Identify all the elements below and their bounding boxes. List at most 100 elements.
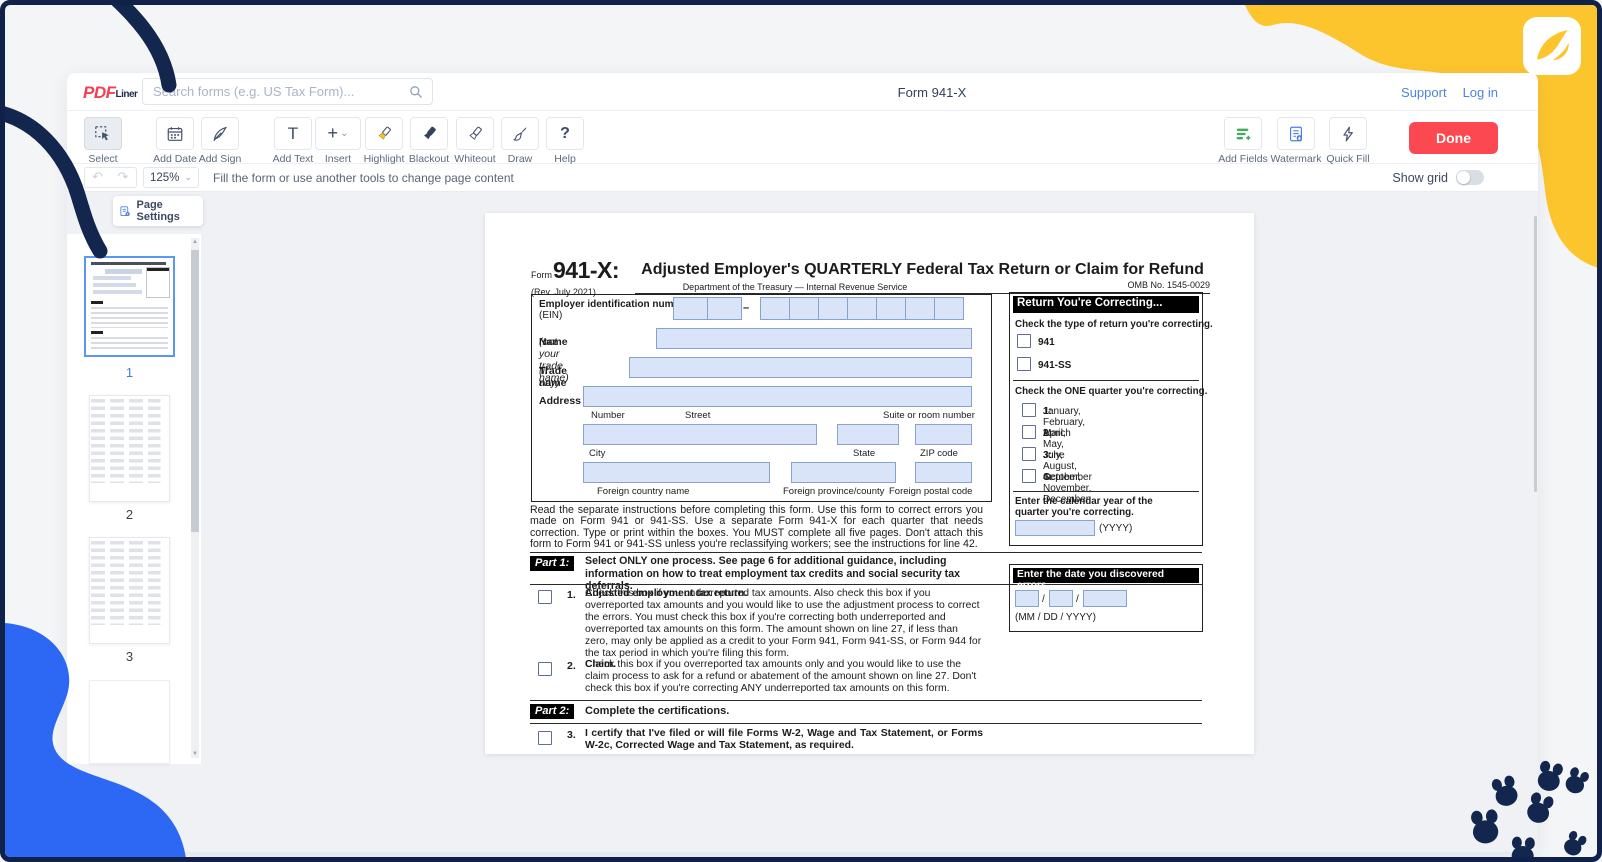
checkbox-941ss[interactable] bbox=[1017, 357, 1031, 371]
thumbnail-scrollbar[interactable]: ▲ ▼ bbox=[191, 238, 199, 758]
checkbox-item-3[interactable] bbox=[538, 731, 552, 745]
foreign-postal-input[interactable] bbox=[915, 462, 972, 483]
select-tool-button[interactable]: Select bbox=[84, 117, 122, 165]
item1-number: 1. bbox=[567, 589, 576, 601]
main-toolbar: Select Add Date Add Sign T Add T bbox=[67, 111, 1538, 164]
item2-number: 2. bbox=[567, 660, 576, 672]
text-icon: T bbox=[288, 124, 298, 144]
show-grid-label: Show grid bbox=[1392, 171, 1448, 185]
paintbrush-icon bbox=[511, 125, 529, 143]
date-format-label: (MM / DD / YYYY) bbox=[1015, 612, 1096, 623]
logo-pdf-text: PDF bbox=[83, 83, 116, 102]
state-input[interactable] bbox=[837, 424, 899, 445]
toggle-knob bbox=[1457, 171, 1470, 184]
ein-group-2 bbox=[760, 297, 963, 325]
zip-input[interactable] bbox=[915, 424, 972, 445]
ein-digit-input[interactable] bbox=[876, 297, 906, 320]
foreign-province-input[interactable] bbox=[791, 462, 896, 483]
plus-icon: + bbox=[328, 123, 339, 144]
col-street-label: Street bbox=[685, 410, 710, 421]
show-grid-control: Show grid bbox=[1392, 170, 1484, 185]
ein-group-1 bbox=[673, 297, 741, 325]
omb-number: OMB No. 1545-0029 bbox=[1090, 280, 1210, 290]
city-input[interactable] bbox=[583, 424, 817, 445]
add-fields-button[interactable]: Add Fields bbox=[1224, 117, 1262, 165]
item3-text: I certify that I've filed or will file F… bbox=[585, 728, 983, 751]
checkbox-item-2[interactable] bbox=[538, 662, 552, 676]
ein-digit-input[interactable] bbox=[789, 297, 819, 320]
blackout-marker-icon bbox=[420, 125, 438, 143]
pdfliner-logo[interactable]: PDFLiner bbox=[83, 83, 137, 103]
checkbox-item-1[interactable] bbox=[538, 590, 552, 604]
ein-digit-input[interactable] bbox=[707, 297, 742, 320]
done-button[interactable]: Done bbox=[1409, 122, 1498, 154]
yyyy-format-label: (YYYY) bbox=[1099, 523, 1132, 534]
pdfliner-app-logo-badge bbox=[1523, 17, 1581, 75]
document-scrollbar[interactable] bbox=[1534, 216, 1537, 492]
document-canvas: ‹ Page Settings bbox=[67, 192, 1538, 852]
checkbox-941[interactable] bbox=[1017, 334, 1031, 348]
form-department: Department of the Treasury — Internal Re… bbox=[565, 282, 1025, 292]
part1-tag: Part 1: bbox=[530, 556, 574, 571]
date-yyyy-input[interactable] bbox=[1083, 590, 1127, 607]
page-thumbnail-3[interactable] bbox=[89, 537, 170, 644]
zoom-select[interactable]: 125% ⌄ bbox=[143, 167, 199, 188]
search-box bbox=[142, 78, 433, 105]
date-mm-input[interactable] bbox=[1015, 590, 1039, 607]
back-chevron-icon: ‹ bbox=[84, 198, 91, 220]
scroll-up-icon[interactable]: ▲ bbox=[191, 239, 199, 245]
undo-button[interactable]: ↶ bbox=[84, 167, 111, 188]
col-zip-label: ZIP code bbox=[920, 448, 958, 459]
ein-digit-input[interactable] bbox=[818, 297, 848, 320]
date-separator: / bbox=[1042, 594, 1045, 605]
ein-digit-input[interactable] bbox=[905, 297, 935, 320]
ein-paren-label: (EIN) bbox=[539, 310, 562, 321]
zoom-value: 125% bbox=[150, 172, 179, 184]
search-input[interactable] bbox=[153, 79, 403, 104]
date-dd-input[interactable] bbox=[1049, 590, 1073, 607]
show-grid-toggle[interactable] bbox=[1456, 170, 1484, 185]
ein-digit-input[interactable] bbox=[847, 297, 877, 320]
question-mark-icon: ? bbox=[560, 125, 570, 143]
page-thumbnail-4[interactable] bbox=[89, 680, 170, 764]
year-input[interactable] bbox=[1015, 520, 1095, 536]
scroll-down-icon[interactable]: ▼ bbox=[191, 751, 199, 757]
help-button[interactable]: ? Help bbox=[546, 117, 584, 165]
thumbnail-scrollbar-thumb[interactable] bbox=[191, 250, 199, 532]
item3-number: 3. bbox=[567, 729, 576, 741]
label-941ss: 941-SS bbox=[1038, 360, 1071, 371]
add-sign-button[interactable]: Add Sign bbox=[201, 117, 239, 165]
checkbox-quarter-3[interactable] bbox=[1022, 447, 1036, 461]
search-icon[interactable] bbox=[408, 84, 424, 100]
page-number-2[interactable]: 2 bbox=[89, 507, 170, 522]
app-window: PDFLiner Form 941-X Support Log in bbox=[67, 73, 1538, 852]
checkbox-quarter-1[interactable] bbox=[1022, 403, 1036, 417]
ein-digit-input[interactable] bbox=[673, 297, 708, 320]
name-input[interactable] bbox=[656, 328, 972, 349]
lightning-icon bbox=[1339, 125, 1357, 143]
foreign-country-input[interactable] bbox=[583, 462, 770, 483]
trade-name-input[interactable] bbox=[629, 357, 972, 378]
page-number-1[interactable]: 1 bbox=[84, 365, 175, 380]
col-state-label: State bbox=[853, 448, 875, 459]
page-thumbnail-2[interactable] bbox=[89, 395, 170, 502]
checkbox-quarter-4[interactable] bbox=[1022, 469, 1036, 483]
redo-button[interactable]: ↷ bbox=[110, 167, 137, 188]
form-number: 941-X: bbox=[553, 257, 619, 284]
part2-tag: Part 2: bbox=[530, 704, 574, 719]
document-title: Form 941-X bbox=[822, 85, 1042, 100]
address-input[interactable] bbox=[583, 386, 972, 407]
page-number-3[interactable]: 3 bbox=[89, 649, 170, 664]
support-link[interactable]: Support bbox=[1401, 85, 1447, 100]
ein-digit-input[interactable] bbox=[760, 297, 790, 320]
collapse-panel-button[interactable]: ‹ bbox=[77, 198, 97, 221]
page-settings-button[interactable]: Page Settings bbox=[113, 196, 203, 226]
form-instructions: Read the separate instructions before co… bbox=[530, 505, 983, 551]
quick-fill-button[interactable]: Quick Fill bbox=[1329, 117, 1367, 165]
checkbox-quarter-2[interactable] bbox=[1022, 425, 1036, 439]
ein-digit-input[interactable] bbox=[934, 297, 964, 320]
date-discovered-header: Enter the date you discovered errors. bbox=[1013, 568, 1199, 583]
watermark-button[interactable]: Watermark bbox=[1277, 117, 1315, 165]
login-link[interactable]: Log in bbox=[1463, 85, 1498, 100]
page-thumbnail-1[interactable] bbox=[84, 256, 175, 357]
